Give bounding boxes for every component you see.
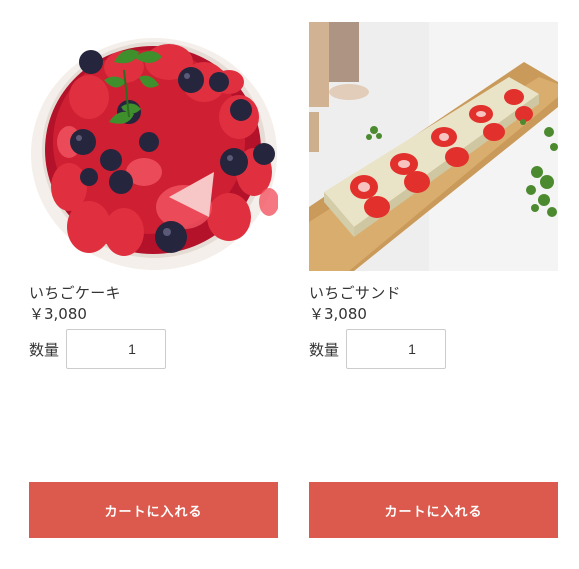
product-card: いちごサンド ￥3,080 数量 (309, 22, 558, 369)
product-name[interactable]: いちごサンド (309, 283, 558, 303)
add-to-cart-button[interactable]: カートに入れる (309, 482, 558, 538)
quantity-label: 数量 (309, 340, 340, 359)
product-name[interactable]: いちごケーキ (29, 283, 278, 303)
product-price: ￥3,080 (29, 305, 87, 323)
quantity-row: 数量 (309, 329, 558, 369)
quantity-input[interactable] (66, 329, 166, 369)
strawberry-cake-photo[interactable] (29, 22, 278, 271)
quantity-row: 数量 (29, 329, 278, 369)
product-card: いちごケーキ ￥3,080 数量 (29, 22, 278, 369)
quantity-label: 数量 (29, 340, 60, 359)
product-price: ￥3,080 (309, 305, 367, 323)
quantity-input[interactable] (346, 329, 446, 369)
add-to-cart-button[interactable]: カートに入れる (29, 482, 278, 538)
strawberry-sandwich-photo[interactable] (309, 22, 558, 271)
